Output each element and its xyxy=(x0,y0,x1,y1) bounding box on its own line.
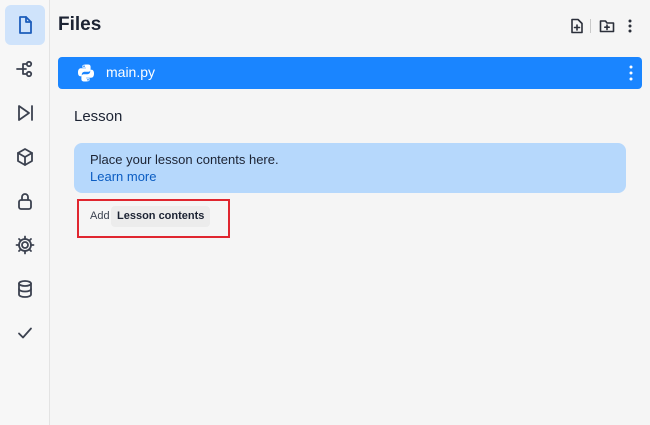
add-lesson-contents-button[interactable]: Lesson contents xyxy=(111,206,211,227)
sidebar-rail xyxy=(0,0,50,425)
check-icon xyxy=(18,327,32,339)
banner-text: Place your lesson contents here. xyxy=(90,152,279,167)
lesson-heading: Lesson xyxy=(74,108,123,125)
lesson-info-banner: Place your lesson contents here. Learn m… xyxy=(74,143,626,193)
file-name: main.py xyxy=(106,64,156,80)
new-folder-icon xyxy=(599,20,615,33)
sidebar-item-database[interactable] xyxy=(5,269,45,309)
sidebar-item-files[interactable] xyxy=(5,5,45,45)
gear-icon xyxy=(15,235,35,255)
page-title: Files xyxy=(58,14,102,35)
more-icon xyxy=(628,19,632,33)
new-folder-button[interactable] xyxy=(597,16,617,36)
lock-icon xyxy=(18,193,32,210)
sidebar-item-settings[interactable] xyxy=(5,225,45,265)
add-label: Add xyxy=(90,210,110,222)
learn-more-link[interactable]: Learn more xyxy=(90,169,156,184)
sidebar-item-secrets[interactable] xyxy=(5,181,45,221)
sidebar-item-version-control[interactable] xyxy=(5,49,45,89)
python-icon xyxy=(78,64,94,82)
more-button[interactable] xyxy=(620,16,640,36)
new-file-button[interactable] xyxy=(567,16,587,36)
sidebar-item-packages[interactable] xyxy=(5,137,45,177)
new-file-icon xyxy=(571,18,583,34)
sidebar-item-run[interactable] xyxy=(5,93,45,133)
file-menu-icon[interactable] xyxy=(626,64,636,82)
header-actions xyxy=(564,16,640,36)
sidebar-item-tests[interactable] xyxy=(5,313,45,353)
header-divider xyxy=(590,19,591,33)
files-pane: Files main.py Lesson Place your lesson c… xyxy=(50,0,650,425)
database-icon xyxy=(18,280,32,298)
play-step-icon xyxy=(18,105,33,121)
cube-icon xyxy=(17,148,33,166)
file-item-main-py[interactable]: main.py xyxy=(58,57,642,89)
branch-icon xyxy=(16,60,33,78)
file-icon xyxy=(19,16,32,34)
